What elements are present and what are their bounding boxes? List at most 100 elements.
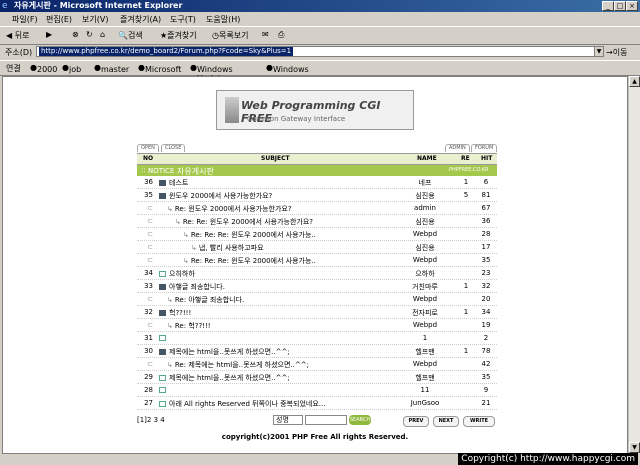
site-banner[interactable]: Web Programming CGI FREE Common Gateway …: [216, 90, 414, 130]
post-empty-icon: [159, 387, 166, 393]
link-2000[interactable]: ● 2000: [30, 63, 57, 74]
post-subject-link[interactable]: 헉??!!!: [159, 308, 191, 318]
refresh-icon[interactable]: ↻: [86, 30, 93, 39]
address-input[interactable]: http://www.phpfree.co.kr/demo_board2/For…: [36, 46, 596, 57]
post-author: 심진용: [415, 218, 435, 226]
tab-forum[interactable]: FORUM: [471, 144, 498, 152]
forward-button[interactable]: ▶: [46, 30, 52, 39]
table-row[interactable]: 34 으히하하 으하하 23: [137, 267, 497, 280]
tab-close[interactable]: CLOSE: [161, 144, 186, 152]
post-subject-link[interactable]: ↳ Re: Re: Re: 윈도우 2000에서 사용가능..: [183, 230, 316, 240]
table-row[interactable]: ⊂ ↳ Re: 제목에는 html을..못쓰게 하셨으면..^^; Webpd 42: [137, 358, 497, 371]
table-row[interactable]: 33 아햏글 죄송합니다. 거친마루 1 32: [137, 280, 497, 293]
link-windows-update[interactable]: ● Windows Update: [190, 63, 233, 83]
address-dropdown-icon[interactable]: ▼: [594, 46, 604, 57]
row-number: 33: [144, 282, 153, 290]
post-subject-link[interactable]: 윈도우 2000에서 사용가능한가요?: [159, 191, 272, 201]
table-row[interactable]: ⊂ ↳ Re: Re: Re: 윈도우 2000에서 사용가능.. Webpd 35: [137, 254, 497, 267]
next-button[interactable]: NEXT: [433, 416, 459, 427]
table-row[interactable]: ⊂ ↳ Re: Re: Re: 윈도우 2000에서 사용가능.. Webpd 28: [137, 228, 497, 241]
table-row[interactable]: 28 11 9: [137, 384, 497, 397]
post-subject-link[interactable]: ↳ Re: Re: Re: 윈도우 2000에서 사용가능..: [183, 256, 316, 266]
reply-arrow-icon: ↳: [183, 257, 189, 265]
favorites-button[interactable]: ★즐겨찾기: [160, 30, 197, 41]
back-button[interactable]: ◀ 뒤로: [6, 30, 29, 41]
mail-icon[interactable]: ✉: [262, 30, 269, 39]
link-windows[interactable]: ● Windows: [266, 63, 309, 74]
menu-help[interactable]: 도움말(H): [206, 14, 240, 25]
table-row[interactable]: ⊂ ↳ Re: 헉??!!! Webpd 19: [137, 319, 497, 332]
reply-marker-icon: ⊂: [147, 217, 153, 225]
table-row[interactable]: 30 제목에는 html을..못쓰게 하셨으면..^^; 헬프맨 1 78: [137, 345, 497, 358]
menu-view[interactable]: 보기(V): [82, 14, 108, 25]
stop-icon[interactable]: ⊗: [72, 30, 79, 39]
post-subject-text: 아래 All rights Reserved 뒤쪽이나 중복되었네요...: [169, 400, 326, 408]
search-label: 검색: [127, 31, 143, 40]
table-row[interactable]: ⊂ ↳ Re: Re: 윈도우 2000에서 사용가능한가요? 심진용 36: [137, 215, 497, 228]
menu-favorites[interactable]: 즐겨찾기(A): [120, 14, 161, 25]
row-number: 31: [144, 334, 153, 342]
print-icon[interactable]: ⎙: [278, 30, 284, 40]
post-author: Webpd: [412, 360, 438, 368]
scroll-up-icon[interactable]: ▲: [629, 76, 640, 87]
post-subject-link[interactable]: 테스트: [159, 178, 188, 188]
tab-admin[interactable]: ADMIN: [445, 144, 470, 152]
scroll-down-icon[interactable]: ▼: [629, 442, 640, 453]
post-list: 36 테스트 네프 1 6 35 윈도우 2000에서 사용가능한가요? 심진용 5 81 ⊂ ↳ Re…: [137, 176, 497, 410]
reply-arrow-icon: ↳: [191, 244, 197, 252]
link-microsoft[interactable]: ● Microsoft: [138, 63, 181, 74]
row-number: 35: [144, 191, 153, 199]
go-button[interactable]: →이동: [606, 47, 627, 58]
post-subject-link[interactable]: 아햏글 죄송합니다.: [159, 282, 225, 292]
prev-button[interactable]: PREV: [403, 416, 429, 427]
post-subject-link[interactable]: [159, 334, 169, 342]
post-icon: [159, 310, 166, 316]
search-submit-button[interactable]: SEARCH: [349, 415, 371, 425]
hit-count: 34: [481, 308, 491, 316]
post-subject-link[interactable]: ↳ Re: 헉??!!!: [167, 321, 211, 331]
table-row[interactable]: 32 헉??!!! 전자피로 1 34: [137, 306, 497, 319]
post-subject-text: Re: 윈도우 2000에서 사용가능한가요?: [174, 205, 292, 213]
post-subject-link[interactable]: ↳ Re: Re: 윈도우 2000에서 사용가능한가요?: [175, 217, 313, 227]
menu-file[interactable]: 파일(F): [12, 14, 38, 25]
link-job[interactable]: ● job: [62, 63, 81, 74]
search-button[interactable]: 🔍검색: [118, 30, 143, 41]
post-author: 11: [420, 386, 430, 394]
history-button[interactable]: ◷목록보기: [212, 30, 248, 41]
table-row[interactable]: 35 윈도우 2000에서 사용가능한가요? 심진용 5 81: [137, 189, 497, 202]
menu-edit[interactable]: 편집(E): [46, 14, 72, 25]
post-subject-link[interactable]: 제목에는 html을..못쓰게 하셨으면..^^;: [159, 373, 290, 383]
close-button[interactable]: ×: [626, 1, 638, 11]
table-row[interactable]: ⊂ ↳ Re: 아햏글 죄송합니다. Webpd 20: [137, 293, 497, 306]
home-icon[interactable]: ⌂: [100, 30, 105, 39]
post-subject-link[interactable]: ↳ Re: 제목에는 html을..못쓰게 하셨으면..^^;: [167, 360, 309, 370]
write-button[interactable]: WRITE: [463, 416, 495, 427]
post-subject-link[interactable]: 아래 All rights Reserved 뒤쪽이나 중복되었네요...: [159, 399, 325, 409]
post-author: 1: [422, 334, 428, 342]
table-row[interactable]: 31 1 2: [137, 332, 497, 345]
minimize-button[interactable]: _: [602, 1, 614, 11]
table-row[interactable]: ⊂ ↳ 냅, 빨리 사용하고파요 심진용 17: [137, 241, 497, 254]
post-subject-link[interactable]: [159, 386, 169, 394]
post-subject-link[interactable]: ↳ 냅, 빨리 사용하고파요: [191, 243, 264, 253]
table-row[interactable]: 36 테스트 네프 1 6: [137, 176, 497, 189]
tab-open[interactable]: OPEN: [137, 144, 159, 152]
menu-tools[interactable]: 도구(T): [170, 14, 196, 25]
post-subject-link[interactable]: 으히하하: [159, 269, 195, 279]
history-label: 목록보기: [218, 31, 249, 40]
search-field-select[interactable]: 성명: [273, 415, 303, 425]
maximize-button[interactable]: □: [614, 1, 626, 11]
post-subject-link[interactable]: 제목에는 html을..못쓰게 하셨으면..^^;: [159, 347, 290, 357]
post-subject-link[interactable]: ↳ Re: 윈도우 2000에서 사용가능한가요?: [167, 204, 292, 214]
post-empty-icon: [159, 375, 166, 381]
table-row[interactable]: 29 제목에는 html을..못쓰게 하셨으면..^^; 헬프맨 35: [137, 371, 497, 384]
table-row[interactable]: ⊂ ↳ Re: 윈도우 2000에서 사용가능한가요? admin 67: [137, 202, 497, 215]
pagination[interactable]: [1]2 3 4: [137, 416, 165, 424]
reply-marker-icon: ⊂: [147, 256, 153, 264]
notice-site[interactable]: PHPFREE.CO.KR: [449, 167, 489, 173]
post-subject-link[interactable]: ↳ Re: 아햏글 죄송합니다.: [167, 295, 244, 305]
search-input[interactable]: [305, 415, 347, 425]
link-master[interactable]: ● master: [94, 63, 129, 74]
table-row[interactable]: 27 아래 All rights Reserved 뒤쪽이나 중복되었네요... J…: [137, 397, 497, 410]
vertical-scrollbar[interactable]: ▲ ▼: [628, 76, 640, 454]
